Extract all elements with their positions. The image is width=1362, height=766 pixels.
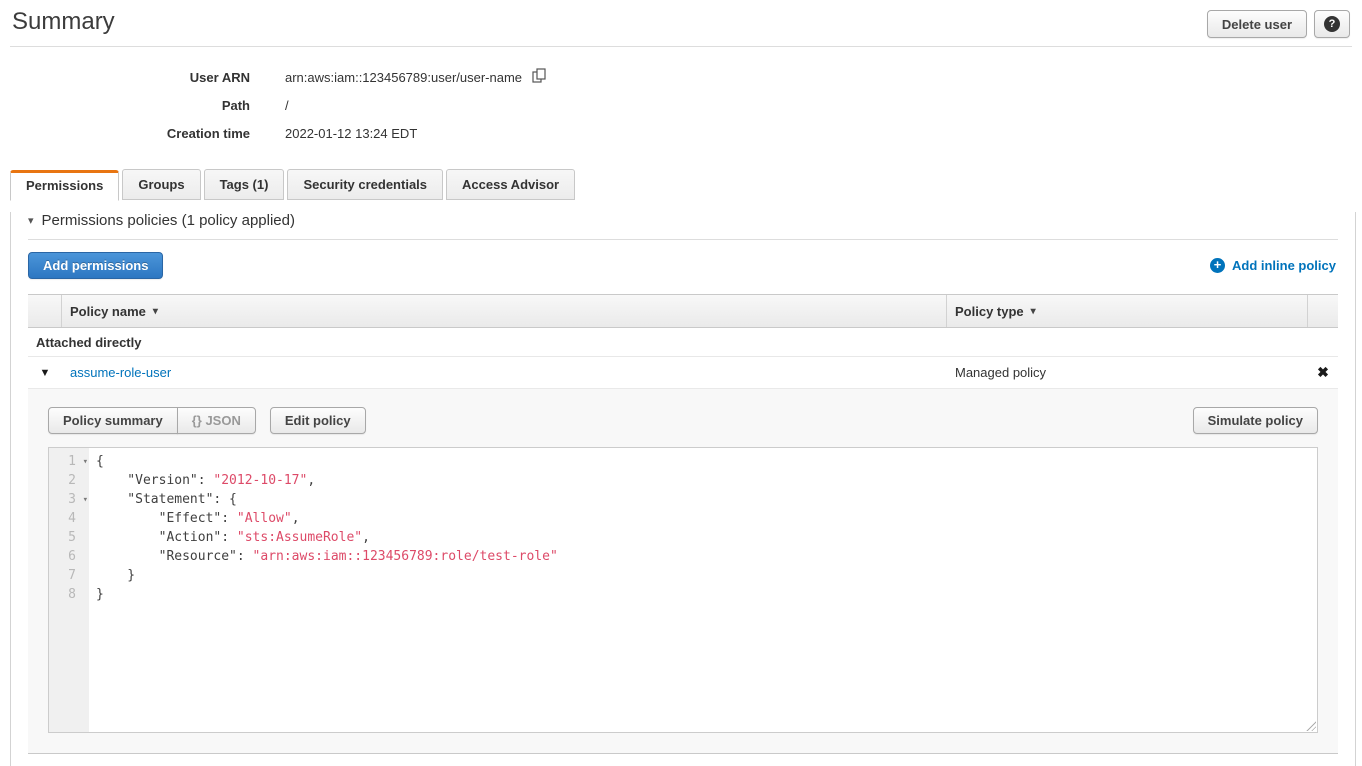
- header-actions: Delete user ?: [1207, 10, 1350, 38]
- permissions-policies-toggle[interactable]: ▾ Permissions policies (1 policy applied…: [28, 212, 1338, 229]
- fold-arrow-icon[interactable]: ▾: [83, 453, 88, 472]
- delete-user-button[interactable]: Delete user: [1207, 10, 1307, 38]
- sort-caret-icon[interactable]: ▾: [1031, 306, 1036, 317]
- policy-name-link[interactable]: assume-role-user: [70, 365, 171, 380]
- policy-actions-row: Add permissions + Add inline policy: [28, 252, 1338, 279]
- question-mark-icon: ?: [1324, 16, 1340, 32]
- user-info-section: User ARN arn:aws:iam::123456789:user/use…: [0, 63, 1362, 147]
- line-number: 2: [49, 471, 89, 490]
- line-number: 3▾: [49, 490, 89, 509]
- creation-time-value: 2022-01-12 13:24 EDT: [285, 126, 417, 141]
- code-line: {: [89, 452, 1317, 471]
- code-line: "Action": "sts:AssumeRole",: [89, 528, 1317, 547]
- policy-name-header-label: Policy name: [70, 304, 146, 319]
- row-expander-icon[interactable]: ▼: [28, 367, 62, 379]
- policy-view-toggle: Policy summary {} JSON: [48, 407, 256, 434]
- code-line: }: [89, 566, 1317, 585]
- code-line: "Statement": {: [89, 490, 1317, 509]
- path-label: Path: [0, 98, 250, 113]
- iam-user-summary-page: Summary Delete user ? User ARN arn:aws:i…: [0, 0, 1362, 766]
- line-number: 1▾: [49, 452, 89, 471]
- plus-circle-icon: +: [1210, 258, 1225, 273]
- path-value: /: [285, 98, 289, 113]
- detach-policy-x-icon[interactable]: ✖: [1317, 364, 1329, 380]
- editor-code-area: { "Version": "2012-10-17", "Statement": …: [89, 452, 1317, 604]
- code-line: "Resource": "arn:aws:iam::123456789:role…: [89, 547, 1317, 566]
- tab-security-credentials[interactable]: Security credentials: [287, 169, 443, 200]
- policy-detail-buttons: Policy summary {} JSON Edit policy Simul…: [48, 407, 1318, 434]
- permissions-tab-panel: ▾ Permissions policies (1 policy applied…: [10, 212, 1356, 766]
- line-number: 7: [49, 566, 89, 585]
- line-number: 4: [49, 509, 89, 528]
- section-divider: [28, 239, 1338, 240]
- policy-row: ▼ assume-role-user Managed policy ✖: [28, 357, 1338, 388]
- policy-type-header-label: Policy type: [955, 304, 1024, 319]
- add-inline-policy-link[interactable]: + Add inline policy: [1210, 258, 1336, 273]
- attached-directly-group-row: Attached directly: [28, 328, 1338, 357]
- tab-groups[interactable]: Groups: [122, 169, 200, 200]
- add-permissions-button[interactable]: Add permissions: [28, 252, 163, 279]
- user-arn-label: User ARN: [0, 70, 250, 85]
- sort-caret-icon[interactable]: ▾: [153, 306, 158, 317]
- user-arn-row: User ARN arn:aws:iam::123456789:user/use…: [0, 63, 1362, 91]
- tab-access-advisor[interactable]: Access Advisor: [446, 169, 575, 200]
- code-line: }: [89, 585, 1317, 604]
- code-line: "Effect": "Allow",: [89, 509, 1317, 528]
- line-number: 5: [49, 528, 89, 547]
- user-arn-value-wrap: arn:aws:iam::123456789:user/user-name: [285, 68, 547, 86]
- json-view-button[interactable]: {} JSON: [177, 407, 256, 434]
- simulate-policy-button[interactable]: Simulate policy: [1193, 407, 1318, 434]
- creation-time-row: Creation time 2022-01-12 13:24 EDT: [0, 119, 1362, 147]
- help-button[interactable]: ?: [1314, 10, 1350, 38]
- copy-icon[interactable]: [532, 68, 547, 86]
- line-number: 8: [49, 585, 89, 604]
- title-divider: [10, 46, 1352, 47]
- code-line: "Version": "2012-10-17",: [89, 471, 1317, 490]
- editor-gutter: 1▾23▾45678: [49, 452, 89, 732]
- policy-table: Policy name ▾ Policy type ▾ Attached dir…: [28, 294, 1338, 754]
- policy-json-editor[interactable]: 1▾23▾45678 { "Version": "2012-10-17", "S…: [48, 447, 1318, 733]
- edit-policy-button[interactable]: Edit policy: [270, 407, 366, 434]
- policy-summary-button[interactable]: Policy summary: [48, 407, 178, 434]
- path-row: Path /: [0, 91, 1362, 119]
- expander-column-header: [28, 295, 62, 327]
- fold-arrow-icon[interactable]: ▾: [83, 491, 88, 510]
- policy-type-cell: Managed policy: [947, 365, 1308, 380]
- tab-bar: Permissions Groups Tags (1) Security cre…: [10, 169, 1362, 200]
- tab-tags[interactable]: Tags (1): [204, 169, 285, 200]
- permissions-policies-heading: Permissions policies (1 policy applied): [42, 212, 295, 229]
- policy-name-column-header[interactable]: Policy name ▾: [62, 295, 947, 327]
- user-arn-value: arn:aws:iam::123456789:user/user-name: [285, 70, 522, 85]
- page-header: Summary Delete user ?: [0, 0, 1362, 38]
- policy-type-column-header[interactable]: Policy type ▾: [947, 295, 1308, 327]
- policy-table-header: Policy name ▾ Policy type ▾: [28, 294, 1338, 328]
- collapse-caret-icon: ▾: [28, 214, 34, 227]
- creation-time-label: Creation time: [0, 126, 250, 141]
- tab-permissions[interactable]: Permissions: [10, 170, 119, 201]
- editor-resize-handle[interactable]: [1304, 719, 1316, 731]
- actions-column-header: [1308, 295, 1338, 327]
- policy-detail-expanded: Policy summary {} JSON Edit policy Simul…: [28, 388, 1338, 754]
- add-inline-policy-label: Add inline policy: [1232, 258, 1336, 273]
- line-number: 6: [49, 547, 89, 566]
- page-title: Summary: [12, 8, 115, 36]
